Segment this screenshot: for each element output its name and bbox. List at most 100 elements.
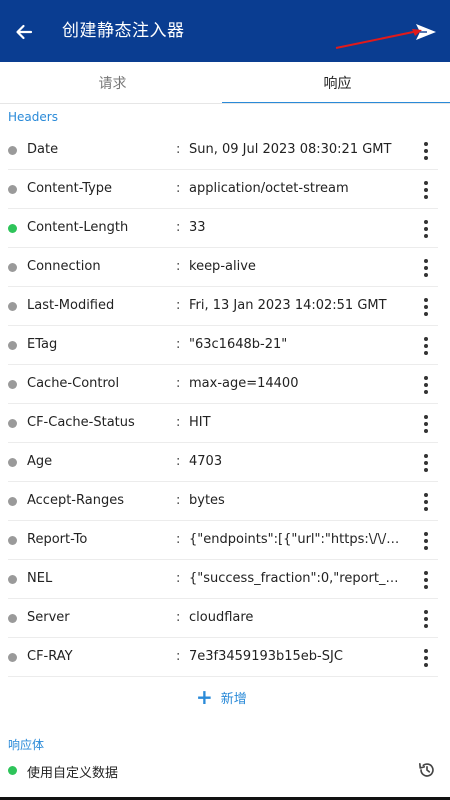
send-button[interactable] bbox=[408, 14, 444, 50]
header-value: bytes bbox=[189, 493, 225, 508]
header-row[interactable]: Last-Modified: Fri, 13 Jan 2023 14:02:51 … bbox=[0, 287, 450, 326]
status-dot bbox=[8, 458, 17, 467]
header-separator: : bbox=[176, 649, 181, 664]
status-dot bbox=[8, 497, 17, 506]
header-value: "63c1648b-21" bbox=[189, 337, 288, 352]
row-divider bbox=[8, 676, 438, 677]
header-row[interactable]: Content-Length:33 bbox=[0, 209, 450, 248]
more-vert-icon[interactable] bbox=[416, 373, 436, 397]
more-vert-icon[interactable] bbox=[416, 451, 436, 475]
header-name: Cache-Control bbox=[27, 376, 120, 391]
header-name: Connection bbox=[27, 259, 101, 274]
status-dot bbox=[8, 263, 17, 272]
header-separator: : bbox=[176, 220, 181, 235]
header-name: Last-Modified bbox=[27, 298, 115, 313]
header-separator: : bbox=[176, 532, 181, 547]
status-dot bbox=[8, 302, 17, 311]
header-row[interactable]: Accept-Ranges: bytes bbox=[0, 482, 450, 521]
more-vert-icon[interactable] bbox=[416, 334, 436, 358]
header-separator: : bbox=[176, 142, 181, 157]
header-name: ETag bbox=[27, 337, 58, 352]
app-bar: 创建静态注入器 bbox=[0, 0, 450, 62]
header-separator: : bbox=[176, 493, 181, 508]
header-value: keep-alive bbox=[189, 259, 256, 274]
tab-response[interactable]: 响应 bbox=[225, 62, 450, 104]
header-separator: : bbox=[176, 454, 181, 469]
more-vert-icon[interactable] bbox=[416, 178, 436, 202]
body-section-label: 响应体 bbox=[8, 738, 45, 752]
status-dot bbox=[8, 614, 17, 623]
add-header-button[interactable]: + 新增 bbox=[196, 686, 247, 708]
status-dot bbox=[8, 766, 17, 775]
more-vert-icon[interactable] bbox=[416, 529, 436, 553]
tabs-divider bbox=[0, 103, 450, 104]
status-dot bbox=[8, 380, 17, 389]
header-row[interactable]: NEL: {"success_fraction":0,"report_to":"c… bbox=[0, 560, 450, 599]
header-row[interactable]: Date: Sun, 09 Jul 2023 08:30:21 GMT bbox=[0, 131, 450, 170]
header-name: Content-Type bbox=[27, 181, 113, 196]
custom-body-option[interactable]: 使用自定义数据 bbox=[0, 757, 450, 785]
header-separator: : bbox=[176, 415, 181, 430]
header-name: Report-To bbox=[27, 532, 88, 547]
back-button[interactable] bbox=[6, 14, 42, 50]
header-separator: : bbox=[176, 571, 181, 586]
more-vert-icon[interactable] bbox=[416, 490, 436, 514]
more-vert-icon[interactable] bbox=[416, 412, 436, 436]
header-value: Sun, 09 Jul 2023 08:30:21 GMT bbox=[189, 142, 392, 157]
status-dot bbox=[8, 146, 17, 155]
more-vert-icon[interactable] bbox=[416, 646, 436, 670]
header-separator: : bbox=[176, 181, 181, 196]
headers-section-label: Headers bbox=[8, 110, 58, 124]
tab-request[interactable]: 请求 bbox=[0, 62, 225, 104]
header-separator: : bbox=[176, 259, 181, 274]
status-dot bbox=[8, 224, 17, 233]
header-name: Accept-Ranges bbox=[27, 493, 124, 508]
more-vert-icon[interactable] bbox=[416, 256, 436, 280]
header-row[interactable]: Report-To: {"endpoints":[{"url":"https:\/… bbox=[0, 521, 450, 560]
header-separator: : bbox=[176, 337, 181, 352]
more-vert-icon[interactable] bbox=[416, 139, 436, 163]
status-dot bbox=[8, 575, 17, 584]
header-row[interactable]: ETag: "63c1648b-21" bbox=[0, 326, 450, 365]
status-dot bbox=[8, 653, 17, 662]
header-row[interactable]: Content-Type: application/octet-stream bbox=[0, 170, 450, 209]
add-header-label: 新增 bbox=[220, 691, 247, 707]
history-icon[interactable] bbox=[416, 759, 438, 781]
tab-bar: 请求 响应 bbox=[0, 62, 450, 104]
header-name: CF-Cache-Status bbox=[27, 415, 135, 430]
header-row[interactable]: Server: cloudflare bbox=[0, 599, 450, 638]
header-separator: : bbox=[176, 298, 181, 313]
header-row[interactable]: Age:4703 bbox=[0, 443, 450, 482]
status-dot bbox=[8, 536, 17, 545]
header-row[interactable]: CF-Cache-Status: HIT bbox=[0, 404, 450, 443]
header-value: cloudflare bbox=[189, 610, 254, 625]
custom-body-label: 使用自定义数据 bbox=[27, 766, 119, 781]
more-vert-icon[interactable] bbox=[416, 217, 436, 241]
more-vert-icon[interactable] bbox=[416, 568, 436, 592]
header-row[interactable]: CF-RAY:7e3f3459193b15eb-SJC bbox=[0, 638, 450, 677]
header-value: 33 bbox=[189, 220, 206, 235]
header-row[interactable]: Cache-Control: max-age=14400 bbox=[0, 365, 450, 404]
status-dot bbox=[8, 419, 17, 428]
header-name: Age bbox=[27, 454, 53, 469]
header-value: Fri, 13 Jan 2023 14:02:51 GMT bbox=[189, 298, 387, 313]
header-separator: : bbox=[176, 376, 181, 391]
arrow-left-icon bbox=[16, 24, 33, 40]
more-vert-icon[interactable] bbox=[416, 295, 436, 319]
header-value: HIT bbox=[189, 415, 211, 430]
header-separator: : bbox=[176, 610, 181, 625]
header-name: Content-Length bbox=[27, 220, 129, 235]
status-dot bbox=[8, 341, 17, 350]
header-value: {"success_fraction":0,"report_to":"cf-ne… bbox=[189, 571, 403, 586]
header-value: max-age=14400 bbox=[189, 376, 299, 391]
header-name: Server bbox=[27, 610, 70, 625]
header-row[interactable]: Connection: keep-alive bbox=[0, 248, 450, 287]
header-value: 4703 bbox=[189, 454, 223, 469]
send-icon bbox=[416, 24, 436, 40]
header-value: {"endpoints":[{"url":"https:\/\/a.nel.cl… bbox=[189, 532, 403, 547]
header-value: 7e3f3459193b15eb-SJC bbox=[189, 649, 343, 664]
more-vert-icon[interactable] bbox=[416, 607, 436, 631]
page-title: 创建静态注入器 bbox=[62, 21, 185, 41]
header-name: Date bbox=[27, 142, 59, 157]
header-name: NEL bbox=[27, 571, 53, 586]
